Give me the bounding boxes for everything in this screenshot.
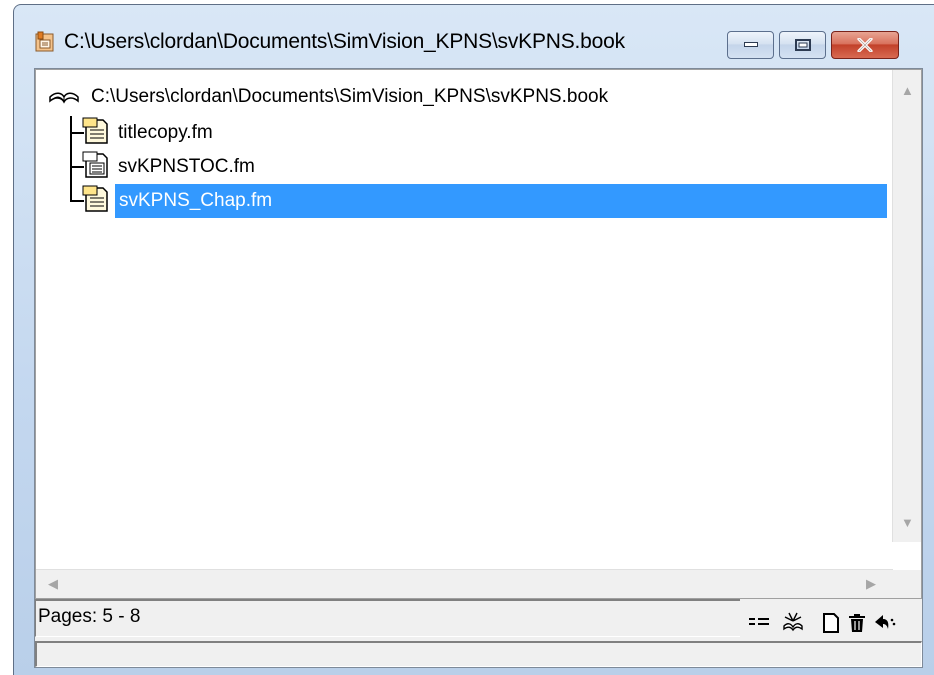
book-tree-view[interactable]: C:\Users\clordan\Documents\SimVision_KPN…	[35, 69, 922, 599]
scroll-up-arrow-icon[interactable]: ▲	[901, 84, 914, 97]
document-icon	[81, 184, 111, 214]
delete-icon[interactable]	[845, 611, 869, 635]
tree-connector-vertical	[70, 116, 72, 200]
framemaker-book-app-icon[interactable]	[34, 31, 56, 53]
undo-icon[interactable]	[873, 611, 897, 635]
vertical-scrollbar[interactable]: ▲ ▼	[892, 70, 921, 542]
list-view-icon[interactable]	[747, 611, 771, 635]
book-window: C:\Users\clordan\Documents\SimVision_KPN…	[13, 4, 934, 675]
title-bar[interactable]: C:\Users\clordan\Documents\SimVision_KPN…	[14, 5, 934, 61]
close-button[interactable]	[831, 31, 899, 59]
window-title: C:\Users\clordan\Documents\SimVision_KPN…	[64, 30, 625, 53]
horizontal-scrollbar[interactable]: ◀ ▶	[36, 569, 893, 598]
minimize-button[interactable]	[727, 31, 774, 59]
book-icon	[48, 85, 80, 109]
tree-item-svkpnstoc[interactable]: svKPNSTOC.fm	[114, 150, 259, 184]
scroll-right-arrow-icon[interactable]: ▶	[866, 577, 876, 590]
scroll-down-arrow-icon[interactable]: ▼	[901, 516, 914, 529]
message-field	[35, 641, 922, 667]
toc-document-icon	[81, 150, 111, 180]
status-bar: Pages: 5 - 8	[35, 599, 922, 639]
update-book-icon[interactable]	[781, 611, 805, 635]
new-document-icon[interactable]	[819, 611, 843, 635]
pages-status: Pages: 5 - 8	[35, 599, 740, 637]
tree-item-titlecopy[interactable]: titlecopy.fm	[114, 116, 217, 150]
tree-item-svkpns-chap[interactable]: svKPNS_Chap.fm	[115, 184, 887, 218]
scrollbar-corner	[893, 570, 921, 598]
client-area: C:\Users\clordan\Documents\SimVision_KPN…	[34, 68, 923, 668]
close-icon	[857, 38, 873, 52]
document-icon	[81, 116, 111, 146]
scroll-left-arrow-icon[interactable]: ◀	[48, 577, 58, 590]
maximize-button[interactable]	[779, 31, 826, 59]
maximize-icon	[794, 39, 811, 51]
minimize-icon	[743, 42, 758, 47]
book-root-label: C:\Users\clordan\Documents\SimVision_KPN…	[91, 86, 609, 107]
